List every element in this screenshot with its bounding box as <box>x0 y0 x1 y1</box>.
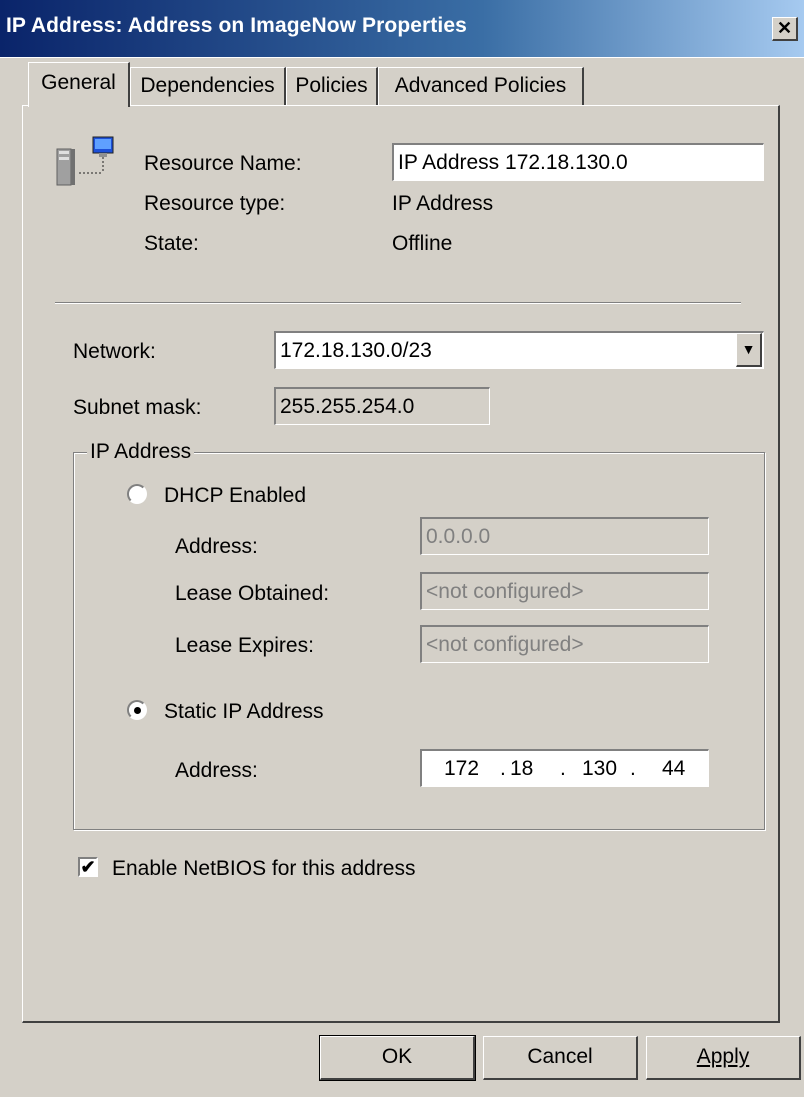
server-network-icon <box>55 135 115 191</box>
static-ip-address-input[interactable]: 172 . 18 . 130 . 44 <box>420 749 709 787</box>
subnet-mask-field: 255.255.254.0 <box>274 387 490 425</box>
netbios-label[interactable]: Enable NetBIOS for this address <box>112 857 416 881</box>
divider <box>55 302 741 304</box>
network-select-value: 172.18.130.0/23 <box>280 339 432 362</box>
ip-octet-2[interactable]: 18 <box>510 751 533 786</box>
lease-obtained-field: <not configured> <box>420 572 709 610</box>
ip-dot-3: . <box>630 757 636 780</box>
dhcp-radio[interactable] <box>127 484 147 504</box>
radio-selected-dot <box>134 707 141 714</box>
resource-name-input[interactable]: IP Address 172.18.130.0 <box>392 143 764 181</box>
lease-obtained-label: Lease Obtained: <box>175 582 330 605</box>
cancel-button[interactable]: Cancel <box>483 1036 638 1080</box>
network-select[interactable]: 172.18.130.0/23 ▼ <box>274 331 764 369</box>
ip-octet-1[interactable]: 172 <box>444 751 479 786</box>
resource-name-label: Resource Name: <box>144 152 302 175</box>
lease-expires-label: Lease Expires: <box>175 634 314 657</box>
static-address-label: Address: <box>175 759 258 782</box>
static-ip-label[interactable]: Static IP Address <box>164 700 324 724</box>
state-value: Offline <box>392 232 453 255</box>
dhcp-label[interactable]: DHCP Enabled <box>164 484 306 508</box>
ip-octet-3[interactable]: 130 <box>582 751 617 786</box>
ip-dot-2: . <box>560 757 566 780</box>
chevron-down-icon[interactable]: ▼ <box>736 333 762 367</box>
dhcp-address-field: 0.0.0.0 <box>420 517 709 555</box>
lease-expires-field: <not configured> <box>420 625 709 663</box>
ip-dot-1: . <box>500 757 506 780</box>
ip-address-group-title: IP Address <box>87 440 195 464</box>
resource-type-label: Resource type: <box>144 192 286 215</box>
dhcp-address-label: Address: <box>175 535 258 558</box>
ip-octet-4[interactable]: 44 <box>662 751 685 786</box>
resource-type-value: IP Address <box>392 192 494 215</box>
state-label: State: <box>144 232 199 255</box>
netbios-checkbox[interactable]: ✔ <box>78 857 98 877</box>
static-ip-radio[interactable] <box>127 700 147 720</box>
subnet-mask-label: Subnet mask: <box>73 396 202 419</box>
ok-button[interactable]: OK <box>319 1035 476 1081</box>
network-label: Network: <box>73 340 156 363</box>
apply-button[interactable]: Apply <box>646 1036 801 1080</box>
